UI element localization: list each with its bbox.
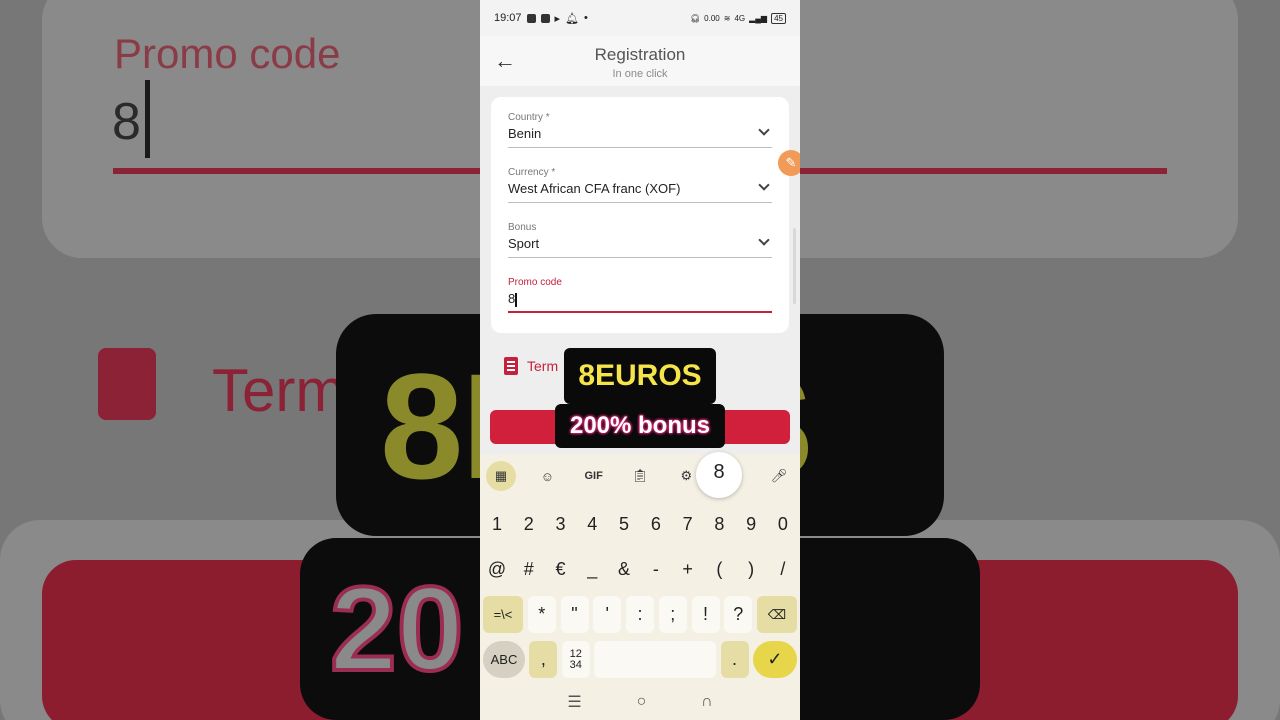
bell-icon: 🔔︎ (565, 12, 580, 25)
comma-key[interactable]: , (529, 641, 558, 678)
bonus-caption: 200% bonus (555, 404, 725, 448)
currency-select[interactable]: Currency * West African CFA franc (XOF) (508, 167, 772, 203)
promo-code-label: Promo code (508, 277, 562, 288)
network-speed: 0.00 (704, 13, 720, 23)
key[interactable]: 2 (515, 506, 543, 543)
app-notification-icon (526, 13, 536, 23)
keyboard-row-symbols: @ # € _ & - + ( ) / (480, 551, 800, 588)
key[interactable]: - (642, 551, 670, 588)
terms-label: Term (527, 358, 559, 374)
currency-label: Currency * (508, 167, 556, 178)
key[interactable]: 3 (547, 506, 575, 543)
key[interactable]: 9 (737, 506, 765, 543)
back-nav-icon[interactable]: ∩ (701, 693, 713, 711)
gif-button[interactable]: GIF (579, 461, 609, 491)
key[interactable]: 1 (483, 506, 511, 543)
bg-document-icon (98, 348, 156, 420)
dot-icon: • (584, 12, 588, 24)
status-bar: 19:07 ▸ 🔔︎ • 🎧︎ 0.00 ≋ 4G ▂▄▆ 45 (480, 0, 800, 36)
checkmark-icon[interactable]: ✓ (752, 641, 797, 678)
edit-pencil-icon[interactable]: ✎ (778, 150, 800, 176)
period-key[interactable]: . (720, 641, 749, 678)
bg-caret (145, 80, 150, 158)
key[interactable]: : (626, 596, 654, 633)
wifi-icon: ≋ (723, 13, 731, 23)
key[interactable]: & (610, 551, 638, 588)
key[interactable]: 4 (578, 506, 606, 543)
key[interactable]: @ (483, 551, 511, 588)
country-label: Country * (508, 112, 550, 123)
page-subtitle: In one click (612, 68, 668, 80)
home-icon[interactable]: ○ (637, 693, 647, 711)
soft-keyboard: ▦ ☺ GIF 📋︎ ⚙ 🎤︎ 8 1 2 3 4 5 6 7 8 9 0 @ … (480, 452, 800, 720)
key[interactable]: ! (691, 596, 720, 633)
app-notification-icon (540, 13, 550, 23)
key[interactable]: / (769, 551, 797, 588)
bonus-label: Bonus (508, 222, 537, 233)
recents-icon[interactable]: ☰ (567, 692, 581, 712)
key[interactable]: ? (724, 596, 753, 633)
bg-terms-text: Term (212, 357, 346, 424)
microphone-icon[interactable]: 🎤︎ (764, 461, 794, 491)
apps-grid-icon[interactable]: ▦ (486, 461, 516, 491)
country-value: Benin (508, 126, 542, 141)
space-key[interactable] (594, 641, 717, 678)
key[interactable]: 0 (769, 506, 797, 543)
registration-form: Country * Benin Currency * West African … (491, 97, 789, 333)
promo-code-input[interactable]: Promo code 8 (508, 277, 772, 313)
battery-icon: 45 (771, 12, 786, 24)
terms-link[interactable]: Term (504, 357, 558, 375)
headphones-icon: 🎧︎ (690, 13, 701, 23)
bg-promo-label: Promo code (114, 30, 341, 77)
key[interactable]: 6 (642, 506, 670, 543)
numpad-key[interactable]: 12 34 (561, 641, 590, 678)
key[interactable]: + (674, 551, 702, 588)
promo-code-value: 8 (508, 291, 516, 306)
network-type: 4G (734, 13, 746, 23)
keyboard-toolbar: ▦ ☺ GIF 📋︎ ⚙ 🎤︎ 8 (480, 452, 800, 498)
country-select[interactable]: Country * Benin (508, 112, 772, 148)
key[interactable]: 5 (610, 506, 638, 543)
keyboard-row-bottom: ABC , 12 34 . ✓ (480, 641, 800, 678)
text-caret (515, 292, 517, 307)
backspace-icon[interactable]: ⌫ (757, 596, 797, 633)
key[interactable]: # (515, 551, 543, 588)
key[interactable]: 7 (674, 506, 702, 543)
bg-promo-value: 8 (112, 93, 141, 151)
key[interactable]: ; (658, 596, 687, 633)
cast-icon: ▸ (554, 12, 561, 25)
bonus-value: Sport (508, 236, 540, 251)
promo-code-caption: 8EUROS (564, 348, 716, 404)
scrollbar[interactable] (793, 228, 796, 304)
sticker-icon[interactable]: ☺ (532, 461, 562, 491)
status-time: 19:07 (494, 12, 522, 24)
key[interactable]: ( (705, 551, 733, 588)
key[interactable]: € (547, 551, 575, 588)
document-icon (504, 357, 518, 375)
signal-icon: ▂▄▆ (749, 13, 768, 23)
app-bar: ← Registration In one click (480, 36, 800, 86)
keyboard-row-numbers: 1 2 3 4 5 6 7 8 9 0 (480, 506, 800, 543)
key[interactable]: * (527, 596, 556, 633)
key[interactable]: " (560, 596, 589, 633)
key[interactable]: 8 (705, 506, 733, 543)
key-preview-bubble: 8 (696, 452, 742, 498)
currency-value: West African CFA franc (XOF) (508, 181, 681, 196)
clipboard-icon[interactable]: 📋︎ (625, 461, 655, 491)
system-nav-bar: ☰ ○ ∩ (480, 684, 800, 720)
more-symbols-key[interactable]: =\< (483, 596, 523, 633)
bonus-select[interactable]: Bonus Sport (508, 222, 772, 258)
page-title: Registration (594, 45, 686, 64)
abc-key[interactable]: ABC (483, 641, 525, 678)
key[interactable]: _ (578, 551, 606, 588)
keyboard-row-more-symbols: =\< * " ' : ; ! ? ⌫ (480, 596, 800, 633)
key[interactable]: ' (593, 596, 622, 633)
key[interactable]: ) (737, 551, 765, 588)
